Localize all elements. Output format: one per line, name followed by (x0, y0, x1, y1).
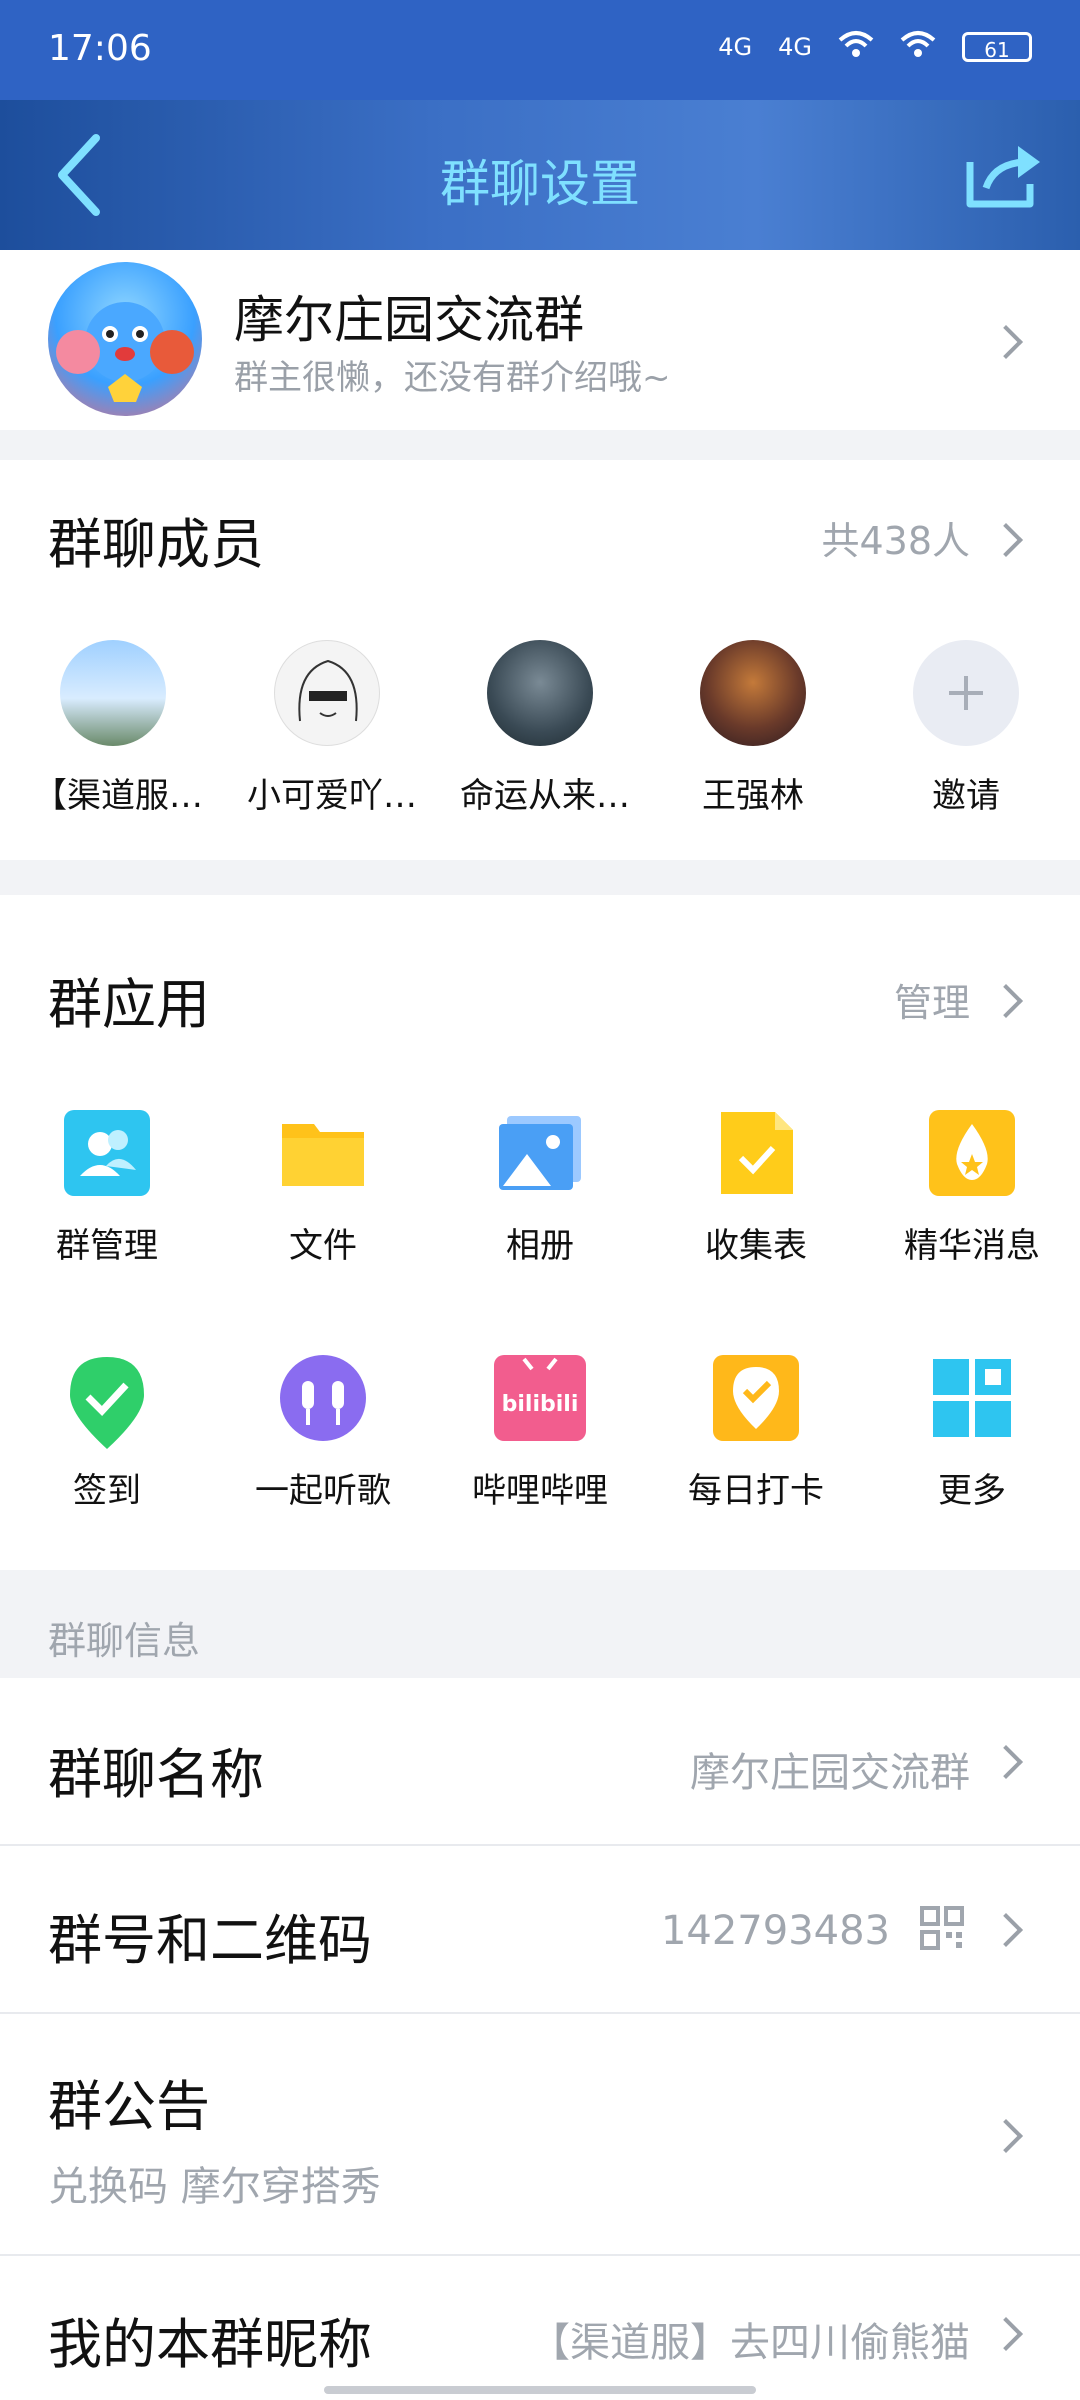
member-name: 王强林 (702, 776, 804, 816)
status-bar: 17:06 4G 4G 61 (0, 0, 1080, 100)
member-item[interactable]: 王强林 (673, 640, 833, 817)
app-label: 签到 (73, 1471, 141, 1511)
home-indicator[interactable] (324, 2386, 756, 2394)
app-album[interactable]: 相册 (440, 1110, 640, 1267)
group-apps-section: 群应用 管理 群管理 文件 相册 收集表 精华消息 签到 一起听歌 bilibi… (0, 895, 1080, 1570)
app-listen-together[interactable]: 一起听歌 (223, 1355, 423, 1512)
group-number: 142793483 (660, 1908, 890, 1954)
app-label: 群管理 (56, 1226, 158, 1266)
app-label: 精华消息 (904, 1226, 1040, 1266)
plus-icon (949, 676, 983, 710)
row-title: 群公告 (48, 2075, 210, 2138)
page-title: 群聊设置 (440, 155, 640, 213)
app-label: 相册 (506, 1226, 574, 1266)
invite-avatar (913, 640, 1019, 746)
wifi-icon-2 (900, 30, 936, 64)
row-value: 摩尔庄园交流群 (690, 1750, 970, 1796)
battery-icon: 61 (962, 32, 1032, 62)
app-essence[interactable]: 精华消息 (872, 1110, 1072, 1267)
info-section-label: 群聊信息 (48, 1619, 201, 1663)
app-label: 更多 (938, 1471, 1006, 1511)
group-profile-row[interactable]: 摩尔庄园交流群 群主很懒，还没有群介绍哦~ (0, 250, 1080, 430)
app-daily-punch[interactable]: 每日打卡 (656, 1355, 856, 1512)
invite-label: 邀请 (932, 776, 1000, 816)
signal-icon: 4G (718, 33, 753, 61)
app-more[interactable]: 更多 (872, 1355, 1072, 1512)
chevron-right-icon (989, 2317, 1023, 2351)
announcement-preview: 兑换码 摩尔穿搭秀 (48, 2164, 381, 2210)
member-count[interactable]: 共438人 (821, 510, 970, 565)
row-value: 【渠道服】去四川偷熊猫 (530, 2320, 970, 2366)
signal-icon-2: 4G (778, 33, 812, 61)
headphone-icon (280, 1355, 366, 1441)
group-description: 群主很懒，还没有群介绍哦~ (234, 358, 671, 398)
group-name: 摩尔庄园交流群 (234, 291, 584, 349)
chevron-right-icon (989, 1745, 1023, 1779)
members-title: 群聊成员 (48, 513, 264, 576)
wifi-icon (838, 30, 874, 64)
app-label: 一起听歌 (255, 1471, 391, 1511)
member-name: 【渠道服… (33, 776, 203, 816)
daily-punch-icon (713, 1355, 799, 1441)
app-collect-form[interactable]: 收集表 (656, 1110, 856, 1267)
member-avatar (274, 640, 380, 746)
section-divider (0, 860, 1080, 895)
qr-code-icon (920, 1906, 964, 1950)
photo-album-icon (497, 1110, 583, 1196)
member-name: 小可爱吖… (247, 776, 417, 816)
status-time: 17:06 (48, 28, 152, 69)
my-nickname-row[interactable]: 我的本群昵称 【渠道服】去四川偷熊猫 (0, 2256, 1080, 2400)
member-avatar (60, 640, 166, 746)
more-grid-icon (929, 1355, 1015, 1441)
app-label: 哔哩哔哩 (472, 1471, 608, 1511)
member-avatar (487, 640, 593, 746)
apps-manage-link[interactable]: 管理 (894, 972, 970, 1027)
app-files[interactable]: 文件 (223, 1110, 423, 1267)
chevron-right-icon (989, 523, 1023, 557)
members-section: 群聊成员 共438人 【渠道服… 小可爱吖… 命运从来… 王强林 邀请 (0, 460, 1080, 860)
folder-icon (280, 1110, 366, 1196)
group-announcement-row[interactable]: 群公告 兑换码 摩尔穿搭秀 (0, 2014, 1080, 2256)
member-item[interactable]: 小可爱吖… (247, 640, 417, 817)
group-avatar (48, 262, 202, 416)
app-check-in[interactable]: 签到 (7, 1355, 207, 1512)
app-label: 文件 (289, 1226, 357, 1266)
member-item[interactable]: 【渠道服… (33, 640, 203, 817)
apps-title: 群应用 (48, 973, 210, 1036)
app-bilibili[interactable]: bilibili 哔哩哔哩 (440, 1355, 640, 1512)
app-label: 收集表 (705, 1226, 807, 1266)
row-title: 我的本群昵称 (48, 2313, 372, 2376)
chevron-right-icon (989, 325, 1023, 359)
svg-text:bilibili: bilibili (502, 1392, 579, 1417)
form-icon (713, 1110, 799, 1196)
group-number-qrcode-row[interactable]: 群号和二维码 142793483 (0, 1846, 1080, 2014)
group-manage-icon (64, 1110, 150, 1196)
share-button[interactable] (964, 140, 1044, 210)
essence-icon (929, 1110, 1015, 1196)
group-name-row[interactable]: 群聊名称 摩尔庄园交流群 (0, 1678, 1080, 1846)
app-label: 每日打卡 (688, 1471, 824, 1511)
member-item[interactable]: 命运从来… (460, 640, 630, 817)
member-avatar (700, 640, 806, 746)
member-name: 命运从来… (460, 776, 630, 816)
title-bar: 群聊设置 (0, 100, 1080, 250)
chevron-right-icon (989, 2119, 1023, 2153)
section-divider (0, 430, 1080, 460)
row-title: 群号和二维码 (48, 1909, 372, 1972)
bilibili-icon: bilibili (494, 1355, 586, 1441)
row-title: 群聊名称 (48, 1743, 264, 1806)
chevron-right-icon (989, 1913, 1023, 1947)
status-icons: 4G 4G 61 (718, 30, 1032, 64)
app-group-manage[interactable]: 群管理 (7, 1110, 207, 1267)
share-icon (966, 146, 1040, 208)
invite-button[interactable]: 邀请 (886, 640, 1046, 817)
chevron-right-icon (989, 984, 1023, 1018)
check-in-icon (64, 1355, 150, 1449)
